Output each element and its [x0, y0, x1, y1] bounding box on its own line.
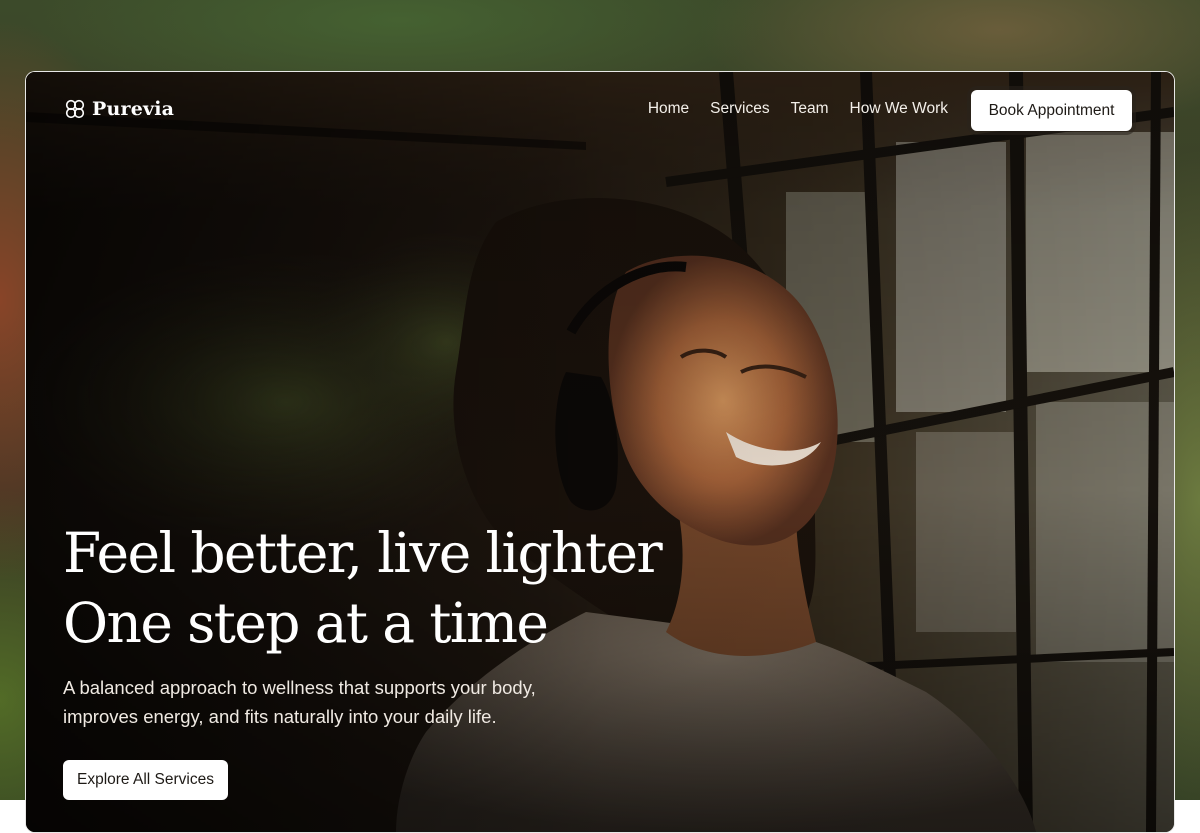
- nav-link-how-we-work[interactable]: How We Work: [850, 100, 948, 118]
- hero-subtitle: A balanced approach to wellness that sup…: [63, 673, 603, 731]
- nav-link-services[interactable]: Services: [710, 100, 769, 118]
- brand-logo[interactable]: Purevia: [64, 98, 174, 120]
- nav-links: Home Services Team How We Work: [648, 100, 948, 118]
- hero-title-line-1: Feel better, live lighter: [63, 521, 663, 585]
- book-appointment-button[interactable]: Book Appointment: [971, 90, 1132, 131]
- landing-page-frame: Purevia Home Services Team How We Work B…: [25, 71, 1175, 833]
- nav-link-home[interactable]: Home: [648, 100, 689, 118]
- hero-subtitle-line-2: improves energy, and fits naturally into…: [63, 706, 497, 727]
- flower-icon: [65, 99, 85, 119]
- hero-title-line-2: One step at a time: [63, 591, 549, 655]
- explore-services-button[interactable]: Explore All Services: [63, 760, 228, 800]
- nav-link-team[interactable]: Team: [791, 100, 829, 118]
- hero-subtitle-line-1: A balanced approach to wellness that sup…: [63, 677, 536, 698]
- hero-title: Feel better, live lighter One step at a …: [63, 518, 663, 658]
- brand-name: Purevia: [92, 98, 175, 120]
- top-navigation: Purevia Home Services Team How We Work B…: [26, 72, 1174, 152]
